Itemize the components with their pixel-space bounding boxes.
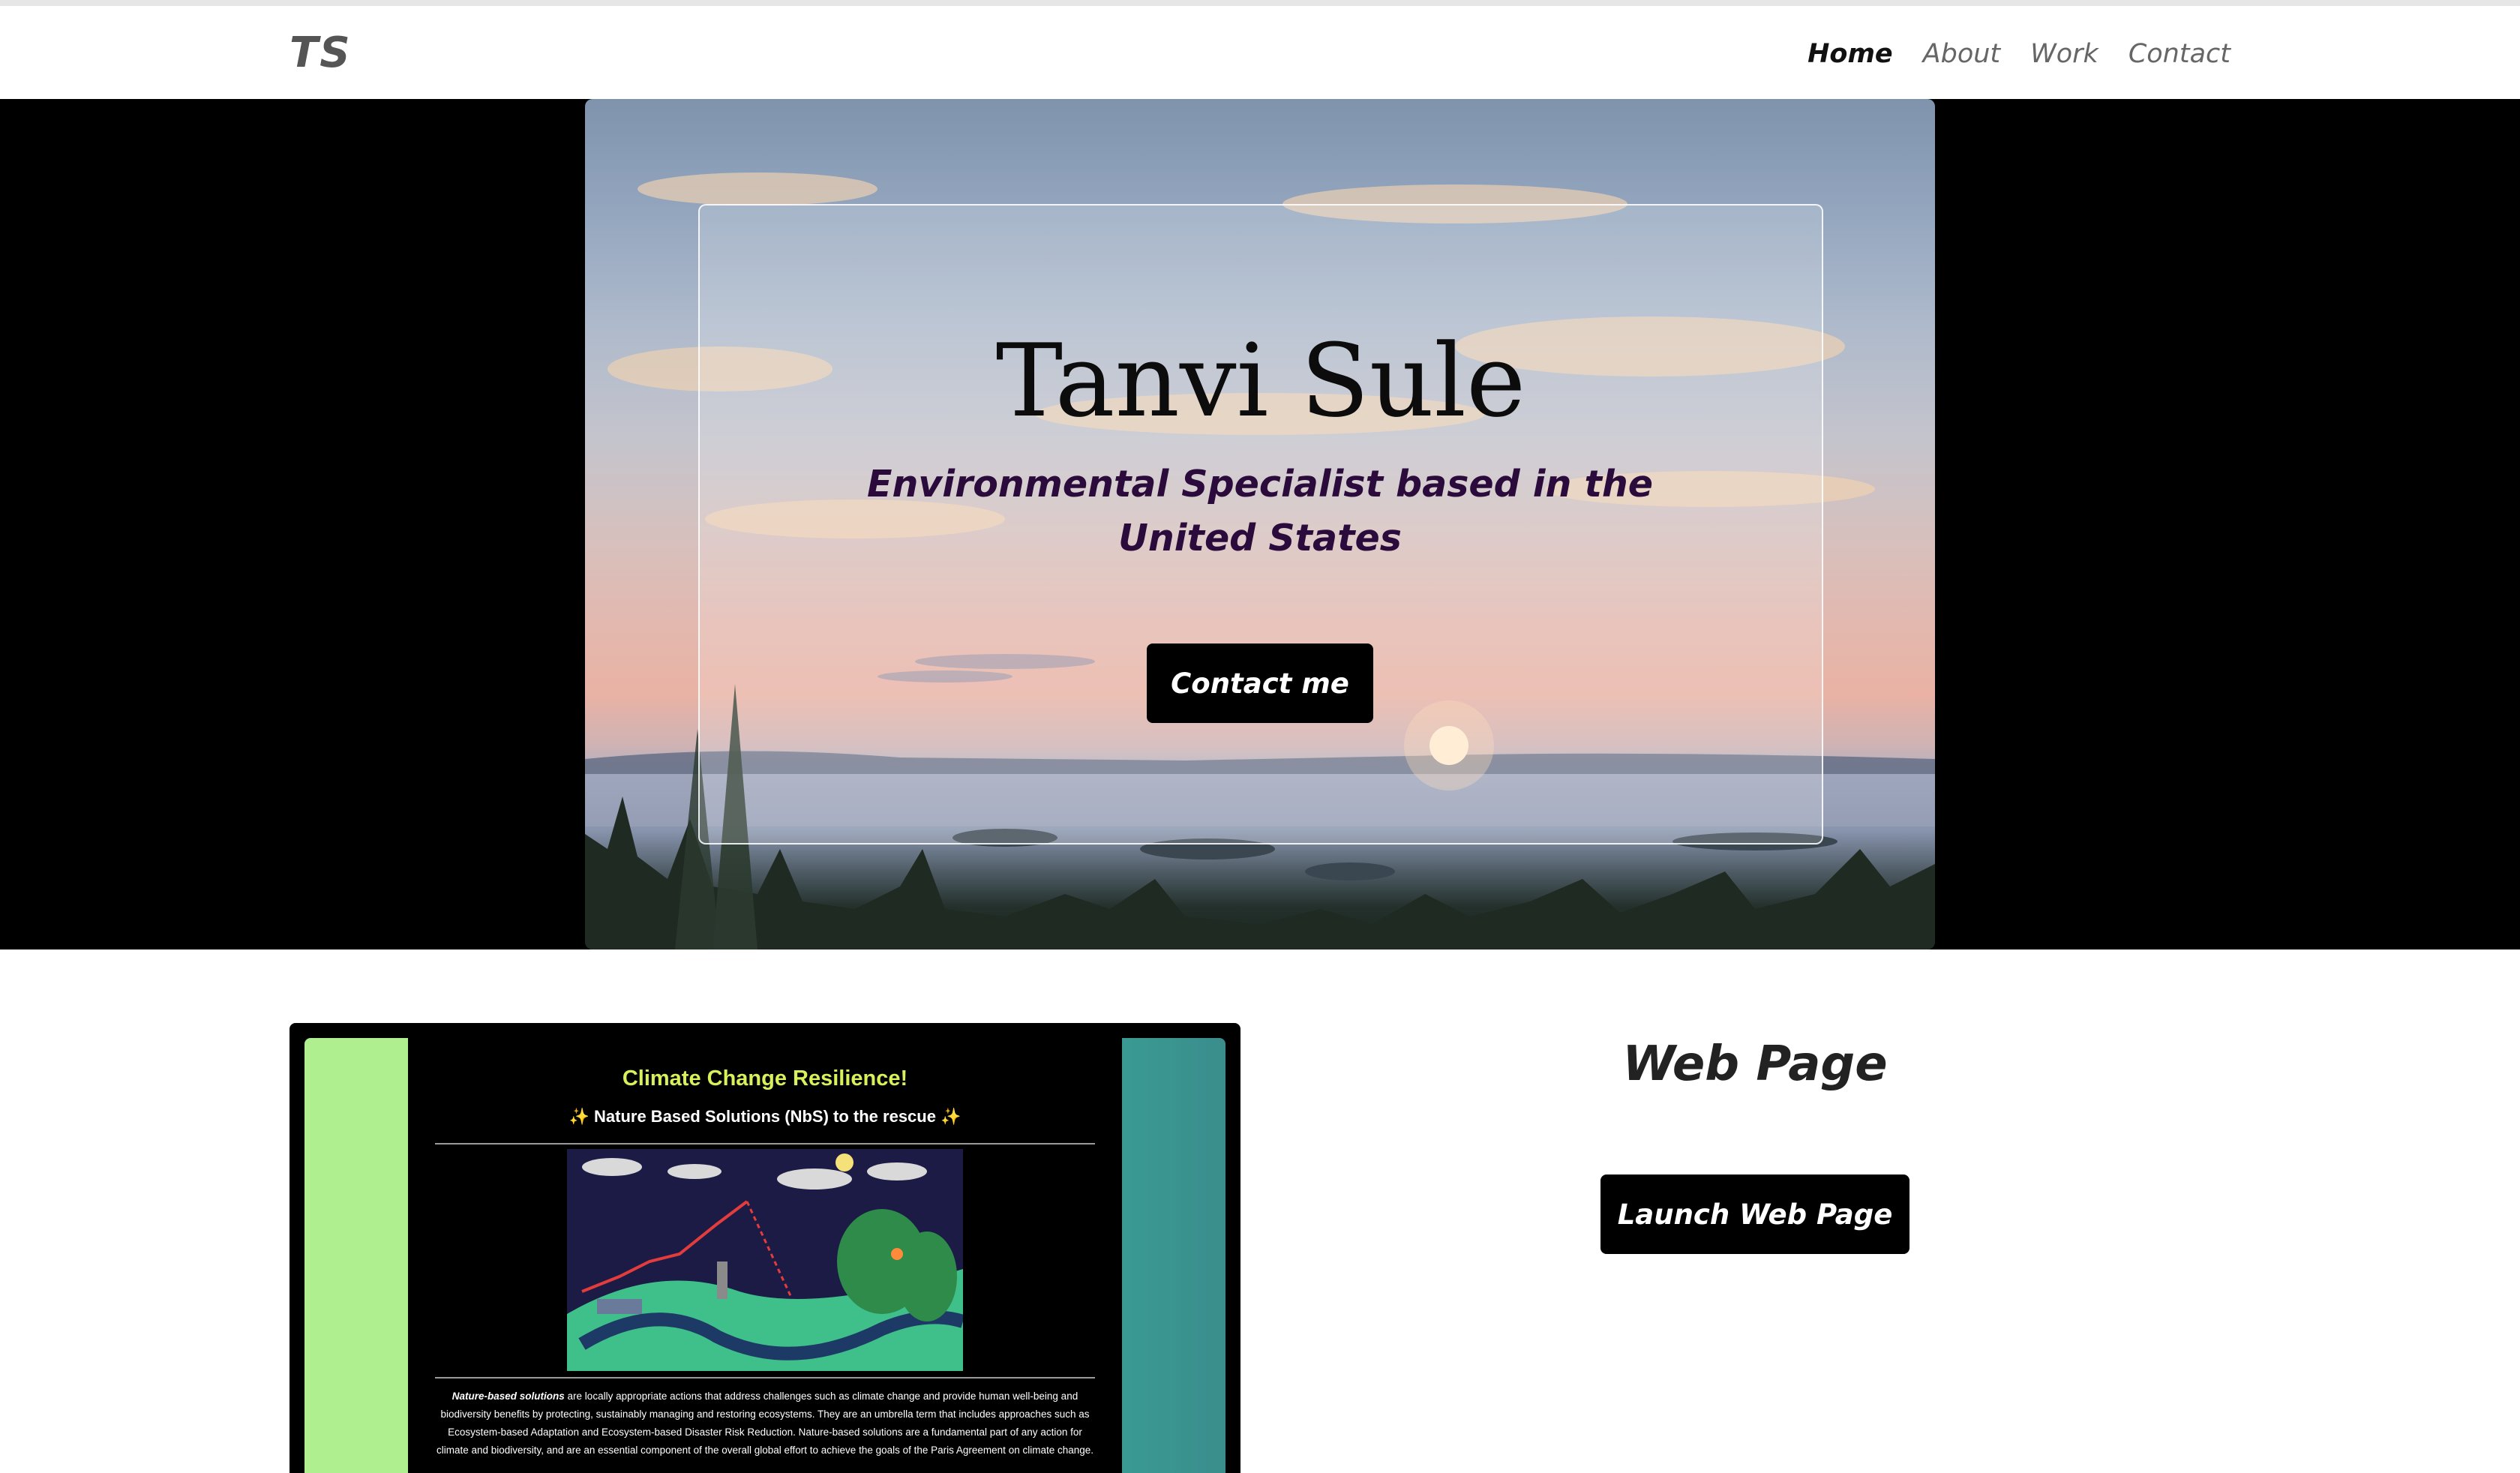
- preview-body-text: Nature-based solutions are locally appro…: [435, 1388, 1095, 1460]
- preview-subtitle: ✨ Nature Based Solutions (NbS) to the re…: [568, 1107, 962, 1126]
- nav-link-work[interactable]: Work: [2030, 39, 2098, 69]
- preview-right-panel: [1122, 1038, 1226, 1473]
- hero-name-heading: Tanvi Sule: [995, 322, 1526, 440]
- preview-title: Climate Change Resilience!: [622, 1066, 908, 1090]
- nav-link-home[interactable]: Home: [1808, 39, 1893, 69]
- preview-frame: Climate Change Resilience! ✨ Nature Base…: [304, 1038, 1226, 1473]
- project-title: Web Page: [1622, 1036, 1888, 1092]
- top-border: [0, 0, 2520, 6]
- web-page-preview[interactable]: Climate Change Resilience! ✨ Nature Base…: [290, 1023, 1240, 1473]
- preview-left-panel: [304, 1038, 408, 1473]
- navbar: TS Home About Work Contact: [0, 6, 2520, 99]
- nav-link-contact[interactable]: Contact: [2128, 39, 2230, 69]
- preview-body-emphasis: Nature-based solutions: [452, 1390, 565, 1402]
- launch-web-page-button[interactable]: Launch Web Page: [1600, 1174, 1910, 1254]
- preview-divider-top: [435, 1143, 1095, 1144]
- nav-links: Home About Work Contact: [1808, 39, 2230, 69]
- preview-divider-bottom: [435, 1377, 1095, 1378]
- nav-link-about[interactable]: About: [1923, 39, 2000, 69]
- nature-based-solutions-illustration: [567, 1149, 963, 1371]
- contact-me-button[interactable]: Contact me: [1147, 644, 1373, 723]
- preview-content: Climate Change Resilience! ✨ Nature Base…: [408, 1038, 1122, 1473]
- site-logo[interactable]: TS: [290, 28, 352, 77]
- hero-tagline: Environmental Specialist based in the Un…: [866, 463, 1654, 560]
